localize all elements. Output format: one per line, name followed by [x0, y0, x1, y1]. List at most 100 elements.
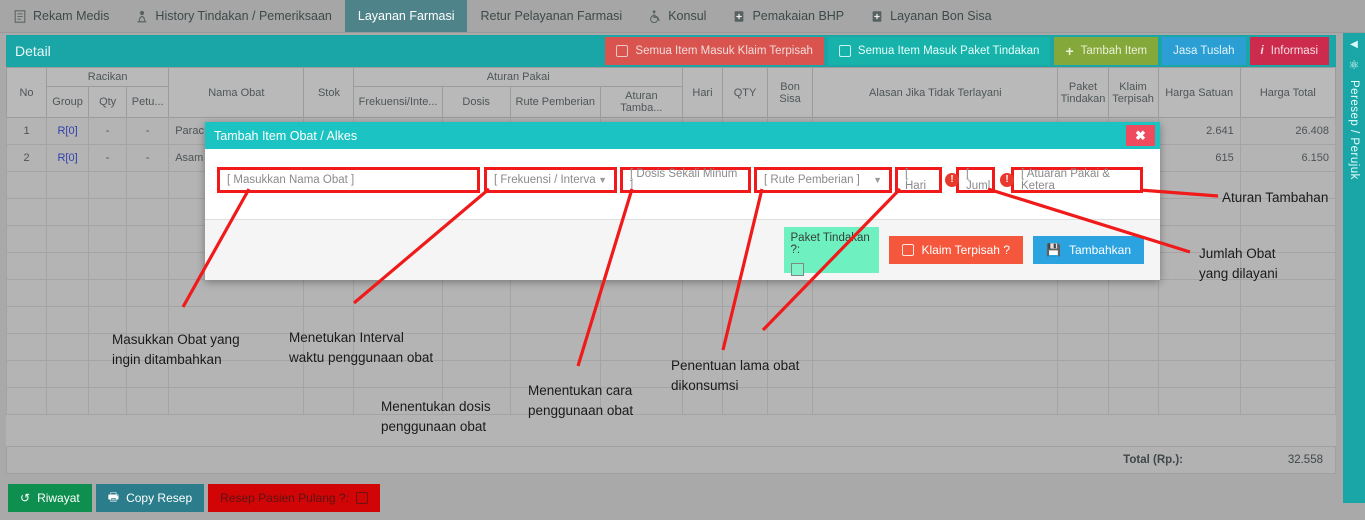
field-jumlah[interactable]: [ Juml: [956, 167, 995, 193]
tab-pemakaian-bhp[interactable]: Pemakaian BHP: [719, 0, 857, 32]
footer-button-0[interactable]: ↺ Riwayat: [8, 484, 92, 512]
field-frekuensi[interactable]: [ Frekuensi / Interva ▼: [484, 167, 617, 193]
cell-empty: [126, 252, 170, 280]
cell-empty: [88, 198, 128, 226]
cell-empty: [1239, 333, 1337, 361]
cell-empty: [1107, 306, 1159, 334]
close-icon[interactable]: ✖: [1126, 125, 1155, 146]
toolbar-button-0[interactable]: Semua Item Masuk Klaim Terpisah: [605, 37, 824, 65]
cell-empty: [599, 279, 683, 307]
cell-empty: [1157, 333, 1241, 361]
th-aturan-pakai: Aturan Pakai: [353, 67, 683, 87]
chevron-left-icon[interactable]: ◀: [1350, 39, 1358, 50]
cell-empty: [46, 333, 90, 361]
tab-history-tindakan-pemeriksaan[interactable]: History Tindakan / Pemeriksaan: [122, 0, 344, 32]
plus-icon: +: [1065, 43, 1074, 59]
field-aturan-pakai[interactable]: [ Atuaran Pakai & Ketera: [1011, 167, 1143, 193]
wheelchair-icon: [648, 9, 662, 24]
cell-empty: [1057, 387, 1109, 415]
chevron-down-icon[interactable]: ▼: [873, 175, 882, 185]
cell-empty: [1239, 360, 1337, 388]
field-dosis[interactable]: [ Dosis Sekali Minum ]: [620, 167, 751, 193]
cell-empty: [1107, 333, 1159, 361]
cell-empty: [126, 279, 170, 307]
cell-empty: [1107, 360, 1159, 388]
cell-empty: [721, 306, 769, 334]
detail-buttons-group: Semua Item Masuk Klaim Terpisah Semua Ite…: [605, 37, 1336, 65]
case-icon: [732, 9, 746, 24]
cell-empty: [5, 225, 48, 253]
cell-empty: [1057, 279, 1109, 307]
case-icon: [870, 9, 884, 24]
footer-button-2[interactable]: Resep Pasien Pulang ?:: [208, 484, 380, 512]
cell-empty: [88, 171, 128, 199]
anno-dosis: Menentukan dosis penggunaan obat: [381, 399, 491, 434]
right-side-rail[interactable]: ◀ ⚛ Peresep / Perujuk: [1343, 33, 1365, 503]
th-paket-tindakan: Paket Tindakan: [1057, 67, 1109, 118]
button-label: Resep Pasien Pulang ?:: [220, 491, 349, 505]
toolbar-button-1[interactable]: Semua Item Masuk Paket Tindakan: [827, 37, 1051, 65]
cell-group[interactable]: R[0]: [46, 144, 90, 172]
th-racikan: Racikan: [46, 67, 170, 87]
toolbar-button-2[interactable]: + Tambah Item: [1054, 37, 1159, 65]
cell-empty: [168, 387, 305, 415]
modal-title: Tambah Item Obat / Alkes: [214, 128, 358, 143]
tab-retur-pelayanan-farmasi[interactable]: Retur Pelayanan Farmasi: [467, 0, 635, 32]
cell-empty: [46, 360, 90, 388]
field-placeholder: [ Juml: [966, 168, 991, 192]
cell-harga-total: 26.408: [1239, 117, 1337, 145]
tambahkan-button[interactable]: 💾 Tambahkan: [1033, 236, 1144, 264]
klaim-terpisah-button[interactable]: Klaim Terpisah ?: [888, 236, 1023, 264]
paket-tindakan-group[interactable]: Paket Tindakan ?:: [783, 227, 879, 276]
paket-tindakan-checkbox[interactable]: [790, 263, 804, 276]
checkbox-icon: [616, 45, 629, 57]
th-alasan: Alasan Jika Tidak Terlayani: [812, 67, 1059, 118]
th-stok: Stok: [303, 67, 355, 118]
warning-icon-1: !: [1000, 173, 1014, 187]
tab-label: Rekam Medis: [33, 9, 110, 23]
th-qty: QTY: [721, 67, 769, 118]
cell-empty: [88, 252, 128, 280]
cell-empty: [168, 279, 305, 307]
tab-layanan-bon-sisa[interactable]: Layanan Bon Sisa: [857, 0, 1004, 32]
th-qty-racikan: Qty: [88, 86, 128, 118]
field-hari[interactable]: [ Hari: [895, 167, 942, 193]
checkbox-icon: [838, 45, 851, 57]
footer-button-1[interactable]: 🖶 Copy Resep: [95, 484, 205, 512]
chevron-down-icon[interactable]: ▼: [598, 175, 607, 185]
checkbox-icon[interactable]: [355, 492, 368, 504]
tab-layanan-farmasi[interactable]: Layanan Farmasi: [344, 0, 468, 32]
tab-label: Retur Pelayanan Farmasi: [480, 9, 623, 23]
detail-title: Detail: [15, 43, 51, 59]
field-nama-obat[interactable]: [ Masukkan Nama Obat ]: [217, 167, 480, 193]
cell-empty: [303, 279, 355, 307]
button-label: Semua Item Masuk Klaim Terpisah: [635, 45, 813, 57]
save-icon: 💾: [1046, 243, 1061, 257]
warning-symbol: !: [950, 174, 954, 185]
cell-empty: [5, 387, 48, 415]
tab-rekam-medis[interactable]: Rekam Medis: [0, 0, 122, 32]
modal-body: [ Masukkan Nama Obat ] [ Frekuensi / Inte…: [205, 149, 1160, 219]
cell-empty: [88, 225, 128, 253]
footer-buttons: ↺ Riwayat 🖶 Copy Resep Resep Pasien Pulang ?…: [8, 484, 380, 512]
cell-empty: [1239, 279, 1337, 307]
cell-empty: [126, 198, 170, 226]
checkbox-icon: [901, 244, 914, 256]
field-placeholder: [ Dosis Sekali Minum ]: [630, 168, 738, 192]
anno-rute: Menentukan cara penggunaan obat: [528, 383, 634, 418]
toolbar-button-3[interactable]: Jasa Tuslah: [1162, 37, 1246, 65]
field-rute[interactable]: [ Rute Pemberian ] ▼: [754, 167, 892, 193]
cell-group[interactable]: R[0]: [46, 117, 90, 145]
cell-empty: [88, 387, 128, 415]
toolbar-button-4[interactable]: i Informasi: [1249, 37, 1329, 65]
cell-empty: [88, 279, 128, 307]
add-item-modal: Tambah Item Obat / Alkes ✖ [ Masukkan Na…: [205, 122, 1160, 280]
cell-empty: [46, 306, 90, 334]
cell-empty: [46, 387, 90, 415]
tab-konsul[interactable]: Konsul: [635, 0, 719, 32]
document-icon: [13, 9, 27, 24]
cell-harga-satuan: 615: [1157, 144, 1241, 172]
app-window: Rekam Medis History Tindakan / Pemeriksaa…: [0, 0, 1365, 520]
cell-petu: -: [126, 117, 170, 145]
cell-empty: [46, 198, 90, 226]
